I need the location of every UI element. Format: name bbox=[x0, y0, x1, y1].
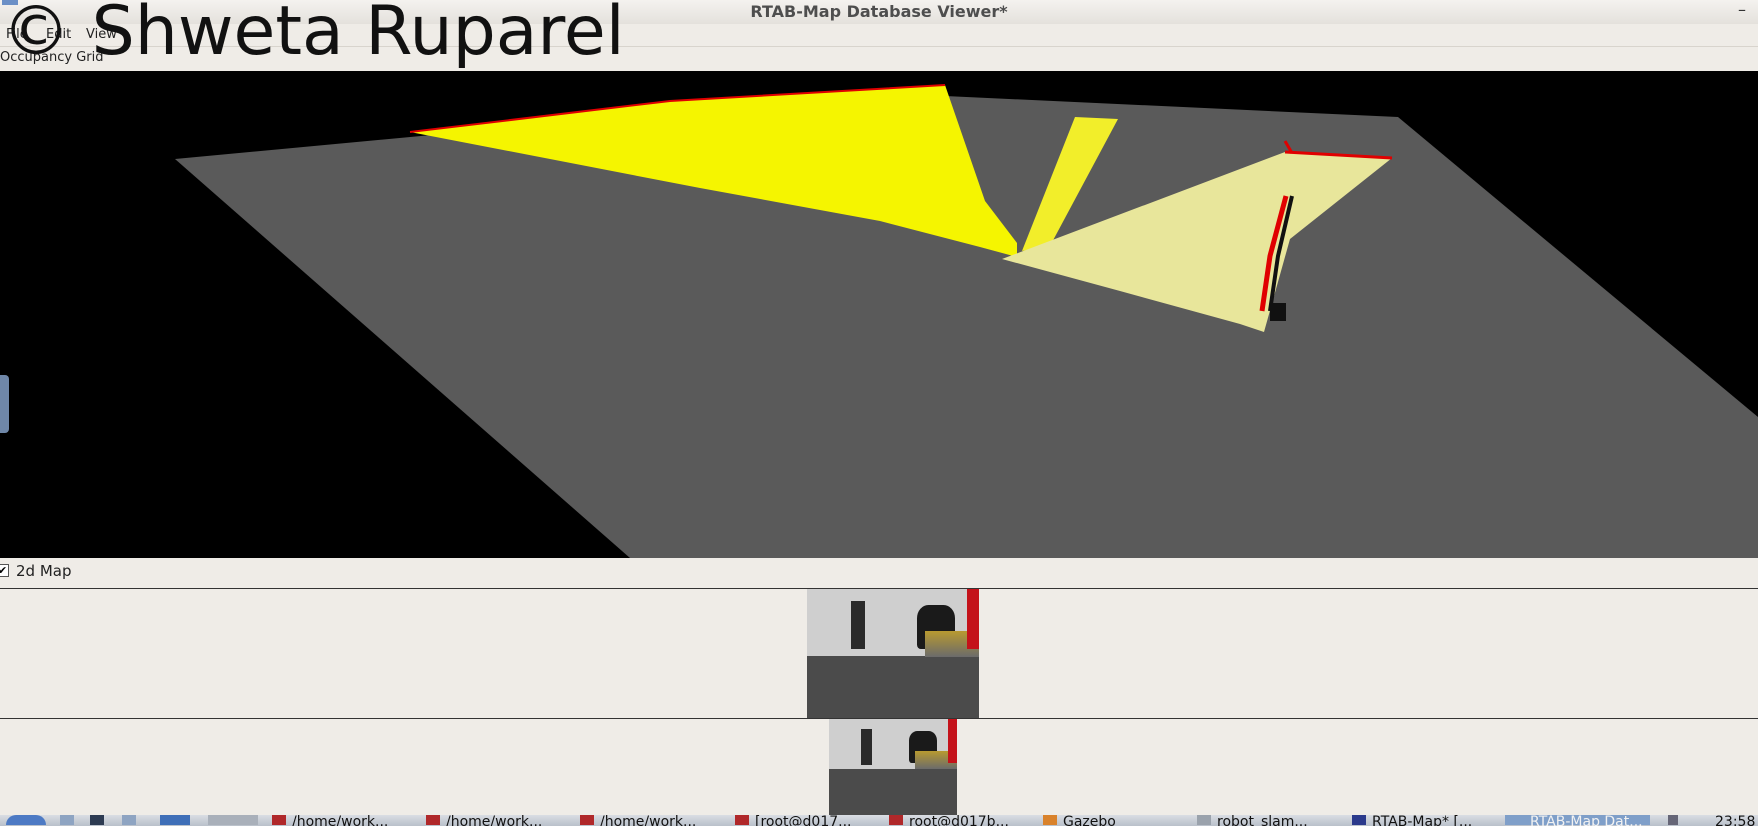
taskbar: /home/work... /home/work... /home/work..… bbox=[0, 815, 1758, 826]
camera-image-small bbox=[829, 719, 957, 815]
workspace-switcher[interactable] bbox=[208, 815, 258, 825]
terminal-window-icon bbox=[426, 815, 440, 825]
map-2d-checkbox[interactable]: ✔ bbox=[0, 564, 9, 577]
map-2d-option-row: ✔ 2d Map bbox=[0, 558, 1758, 589]
minimize-button[interactable]: – bbox=[1738, 0, 1746, 19]
map-render bbox=[175, 84, 1758, 558]
taskbar-item-4[interactable]: root@d017b... bbox=[909, 815, 1009, 826]
desktop-icon[interactable] bbox=[160, 815, 190, 825]
rtabmap-icon bbox=[1352, 815, 1366, 825]
map-2d-label: 2d Map bbox=[16, 562, 72, 580]
depth-image-panel bbox=[0, 719, 1758, 815]
taskbar-item-0[interactable]: /home/work... bbox=[292, 815, 388, 826]
rgb-image-panel bbox=[0, 589, 1758, 719]
terminal-window-icon bbox=[889, 815, 903, 825]
taskbar-item-2[interactable]: /home/work... bbox=[600, 815, 696, 826]
dock-side-handle[interactable] bbox=[0, 375, 9, 433]
browser-icon[interactable] bbox=[122, 815, 136, 825]
watermark: © Shweta Ruparel bbox=[2, 0, 625, 71]
camera-image-large bbox=[807, 589, 979, 718]
taskbar-item-5[interactable]: Gazebo bbox=[1063, 815, 1116, 826]
occupancy-grid-3d-view[interactable] bbox=[0, 71, 1758, 558]
robot-base bbox=[1270, 303, 1286, 321]
taskbar-item-7[interactable]: RTAB-Map* [... bbox=[1372, 815, 1472, 826]
person-figure-small bbox=[861, 729, 872, 765]
terminal-window-icon bbox=[580, 815, 594, 825]
volume-icon[interactable] bbox=[1668, 815, 1678, 825]
person-figure bbox=[851, 601, 865, 649]
red-wall-small bbox=[948, 719, 957, 763]
taskbar-item-8[interactable]: RTAB-Map Dat... bbox=[1530, 815, 1643, 826]
clock: 23:58 bbox=[1715, 815, 1756, 826]
app-window-icon bbox=[1197, 815, 1211, 825]
file-manager-icon[interactable] bbox=[60, 815, 74, 825]
terminal-window-icon bbox=[735, 815, 749, 825]
taskbar-item-1[interactable]: /home/work... bbox=[446, 815, 542, 826]
red-wall bbox=[967, 589, 979, 649]
taskbar-item-6[interactable]: robot_slam... bbox=[1217, 815, 1308, 826]
taskbar-item-3[interactable]: [root@d017... bbox=[755, 815, 852, 826]
start-menu-icon[interactable] bbox=[6, 815, 46, 825]
terminal-icon[interactable] bbox=[90, 815, 104, 825]
terminal-window-icon bbox=[272, 815, 286, 825]
gazebo-icon bbox=[1043, 815, 1057, 825]
